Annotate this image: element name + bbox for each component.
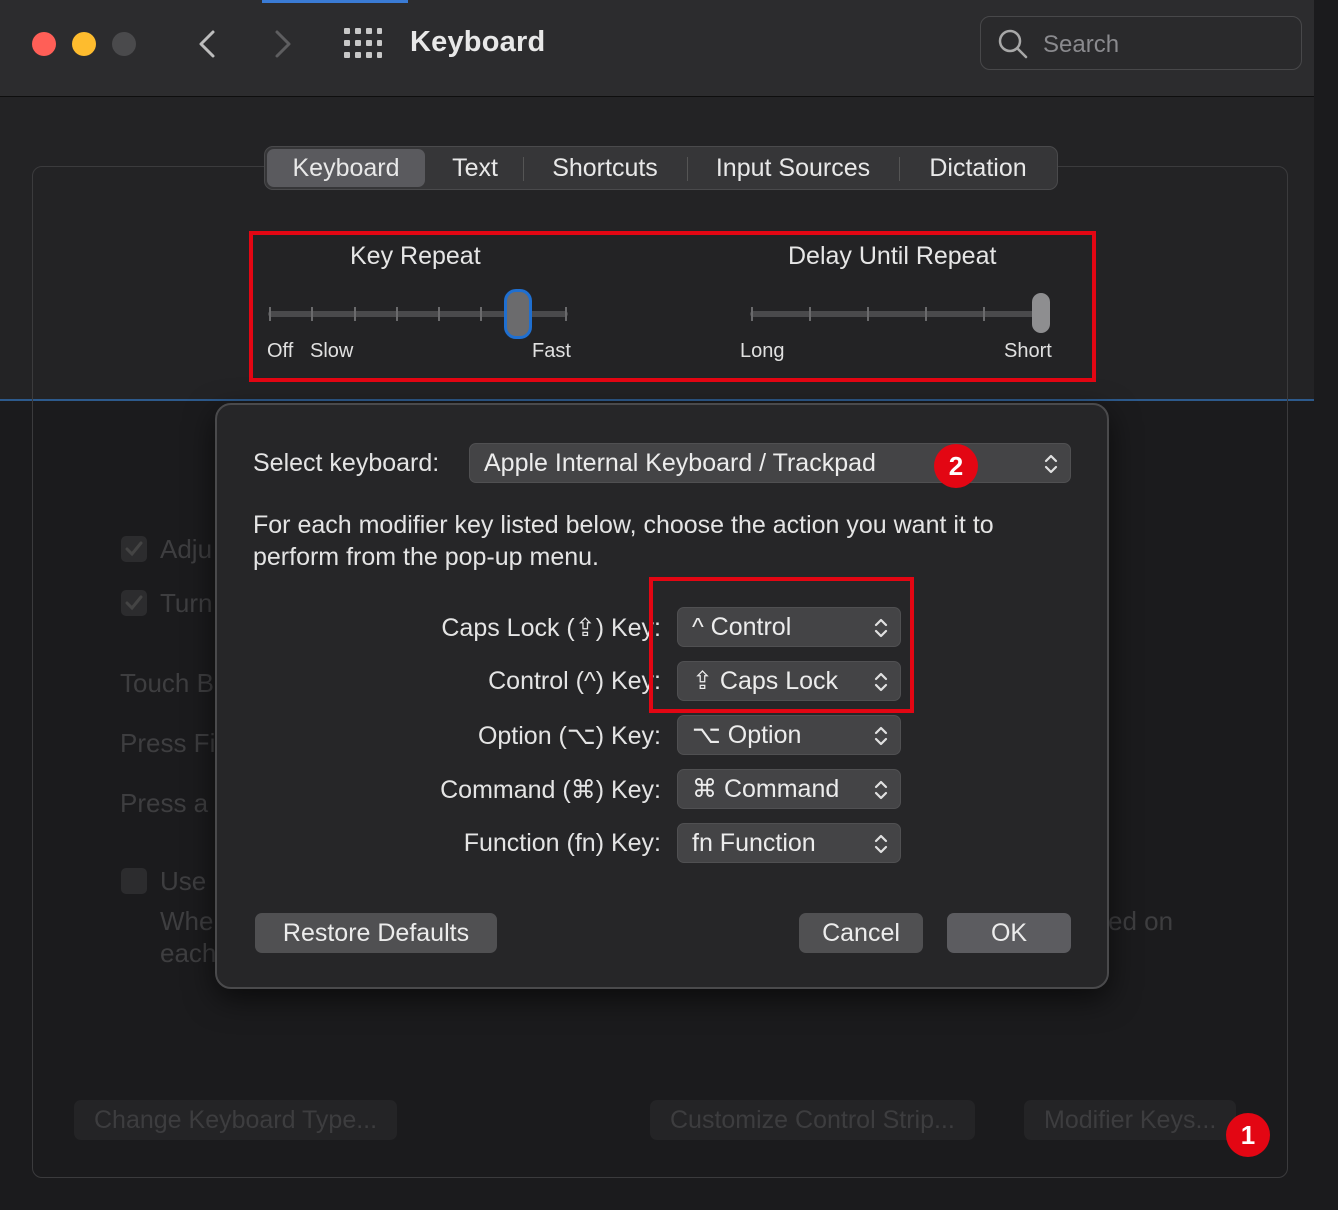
- modifier-action-value: fn Function: [692, 829, 816, 857]
- modifier-key-label: Option (⌥) Key:: [477, 722, 661, 750]
- checkmark-icon: [125, 541, 143, 557]
- change-keyboard-type-button: Change Keyboard Type...: [74, 1100, 398, 1140]
- dimmed-text: Press a: [120, 788, 209, 818]
- tab-shortcuts[interactable]: Shortcuts: [527, 149, 683, 187]
- title-accent: [262, 0, 408, 3]
- dimmed-text: Press Fi: [120, 728, 216, 758]
- chevron-up-down-icon: [874, 834, 888, 854]
- dimmed-text: ed on: [1108, 906, 1174, 936]
- search-icon: [998, 29, 1028, 59]
- chevron-up-down-icon: [874, 780, 888, 800]
- customize-control-strip-button: Customize Control Strip...: [650, 1100, 975, 1140]
- tab-text[interactable]: Text: [429, 149, 521, 187]
- search-field[interactable]: [980, 16, 1302, 70]
- select-keyboard-label: Select keyboard:: [253, 449, 440, 477]
- modifier-action-popup[interactable]: fn Function: [677, 823, 901, 863]
- minimize-window-button[interactable]: [72, 32, 96, 56]
- annotation-box-sliders: [249, 231, 1096, 382]
- cancel-button[interactable]: Cancel: [799, 913, 923, 953]
- dimmed-text: Turn: [160, 588, 213, 618]
- title-bar: Keyboard: [0, 0, 1314, 97]
- instruction-text: perform from the pop-up menu.: [253, 543, 599, 571]
- dimmed-text: Whe: [160, 906, 214, 936]
- modifier-key-label: Function (fn) Key:: [463, 829, 661, 857]
- annotation-badge-2: 2: [934, 444, 978, 488]
- zoom-window-button[interactable]: [112, 32, 136, 56]
- chevron-up-down-icon: [874, 726, 888, 746]
- search-input[interactable]: [1041, 27, 1285, 63]
- tab-input-sources[interactable]: Input Sources: [691, 149, 895, 187]
- checkmark-icon: [125, 595, 143, 611]
- modifier-action-popup[interactable]: ⌘ Command: [677, 769, 901, 809]
- keyboard-select-popup[interactable]: Apple Internal Keyboard / Trackpad: [469, 443, 1071, 483]
- restore-defaults-button[interactable]: Restore Defaults: [255, 913, 497, 953]
- modifier-action-popup[interactable]: ⌥ Option: [677, 715, 901, 755]
- modifier-key-label: Command (⌘) Key:: [440, 776, 661, 804]
- grid-icon: [344, 28, 382, 58]
- dimmed-checkbox: [121, 868, 147, 894]
- tab-keyboard[interactable]: Keyboard: [267, 149, 425, 187]
- tab-separator: [687, 157, 688, 181]
- chevron-right-icon: [275, 30, 291, 58]
- tab-bar: Keyboard Text Shortcuts Input Sources Di…: [264, 146, 1058, 190]
- instruction-text: For each modifier key listed below, choo…: [253, 511, 994, 539]
- back-button[interactable]: [190, 26, 226, 62]
- dimmed-checkbox: [121, 590, 147, 616]
- dimmed-text: Touch B: [120, 668, 214, 698]
- tab-dictation[interactable]: Dictation: [903, 149, 1053, 187]
- dimmed-text: Adju: [160, 534, 213, 564]
- modifier-key-label: Control (^) Key:: [488, 667, 661, 695]
- modifier-action-value: ⌥ Option: [692, 721, 802, 749]
- tab-separator: [523, 157, 524, 181]
- show-all-button[interactable]: [344, 28, 382, 58]
- tab-separator: [899, 157, 900, 181]
- annotation-box-modifiers: [649, 577, 914, 713]
- forward-button[interactable]: [264, 26, 300, 62]
- modifier-keys-button: Modifier Keys...: [1024, 1100, 1237, 1140]
- keyboard-select-value: Apple Internal Keyboard / Trackpad: [484, 449, 876, 477]
- dimmed-checkbox: [121, 536, 147, 562]
- dimmed-text: each: [160, 938, 217, 968]
- annotation-badge-1: 1: [1226, 1113, 1270, 1157]
- chevron-up-down-icon: [1044, 454, 1058, 474]
- dimmed-text: Use: [160, 866, 207, 896]
- modifier-key-label: Caps Lock (⇪) Key:: [441, 614, 661, 642]
- ok-button[interactable]: OK: [947, 913, 1071, 953]
- chevron-left-icon: [199, 30, 215, 58]
- close-window-button[interactable]: [32, 32, 56, 56]
- window-title: Keyboard: [410, 26, 546, 58]
- modifier-action-value: ⌘ Command: [692, 775, 840, 803]
